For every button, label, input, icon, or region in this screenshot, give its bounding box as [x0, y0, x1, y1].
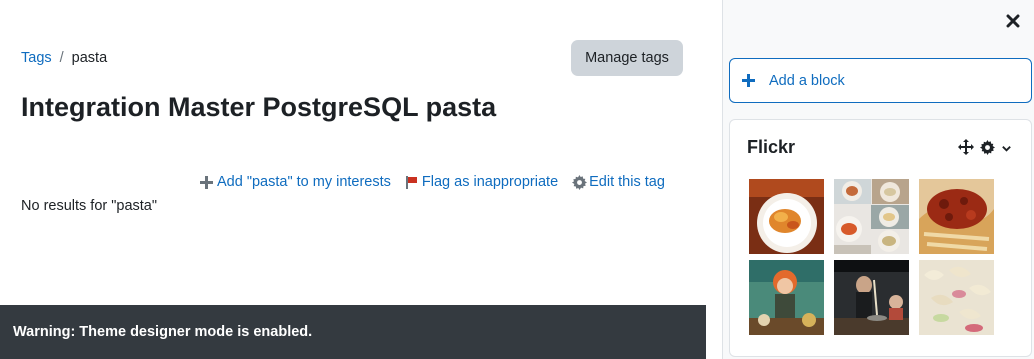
edit-tag-label: Edit this tag: [589, 174, 665, 190]
move-icon[interactable]: [958, 139, 974, 160]
gear-icon[interactable]: [980, 139, 995, 160]
page-title: Integration Master PostgreSQL pasta: [21, 92, 497, 122]
flickr-photo[interactable]: [919, 260, 994, 335]
add-to-interests-link[interactable]: Add "pasta" to my interests: [200, 174, 391, 190]
flickr-block: Flickr: [729, 119, 1032, 357]
block-drawer: Add a block Flickr: [722, 0, 1034, 359]
flickr-photo[interactable]: [919, 179, 994, 254]
manage-tags-button[interactable]: Manage tags: [571, 40, 683, 76]
flickr-block-controls: [958, 139, 1012, 160]
flickr-block-title: Flickr: [747, 137, 796, 157]
plus-icon: [200, 175, 213, 189]
breadcrumb-separator: /: [59, 50, 64, 66]
flickr-photo[interactable]: [749, 179, 824, 254]
add-block-label: Add a block: [769, 72, 845, 89]
breadcrumb-current: pasta: [71, 50, 108, 66]
theme-warning-banner: Warning: Theme designer mode is enabled.: [0, 305, 706, 359]
main-content: Tags / pasta Manage tags Integration Mas…: [0, 0, 722, 359]
flag-inappropriate-link[interactable]: Flag as inappropriate: [405, 174, 558, 190]
tag-actions: Add "pasta" to my interests Flag as inap…: [200, 174, 665, 190]
no-results-text: No results for "pasta": [21, 198, 158, 214]
flickr-photo[interactable]: [749, 260, 824, 335]
close-drawer-icon[interactable]: [1004, 12, 1022, 30]
cog-icon: [572, 174, 588, 190]
edit-tag-link[interactable]: Edit this tag: [572, 174, 665, 190]
flickr-photo[interactable]: [834, 179, 909, 254]
add-to-interests-label: Add "pasta" to my interests: [217, 174, 391, 190]
flickr-photo-grid: [749, 179, 994, 335]
flag-label: Flag as inappropriate: [421, 174, 559, 190]
breadcrumb: Tags / pasta: [21, 50, 107, 66]
flag-icon: [405, 175, 418, 189]
flickr-photo[interactable]: [834, 260, 909, 335]
plus-icon: [742, 74, 755, 87]
add-block-button[interactable]: Add a block: [729, 58, 1032, 103]
breadcrumb-tags-link[interactable]: Tags: [21, 50, 52, 66]
chevron-down-icon[interactable]: [1001, 141, 1012, 159]
